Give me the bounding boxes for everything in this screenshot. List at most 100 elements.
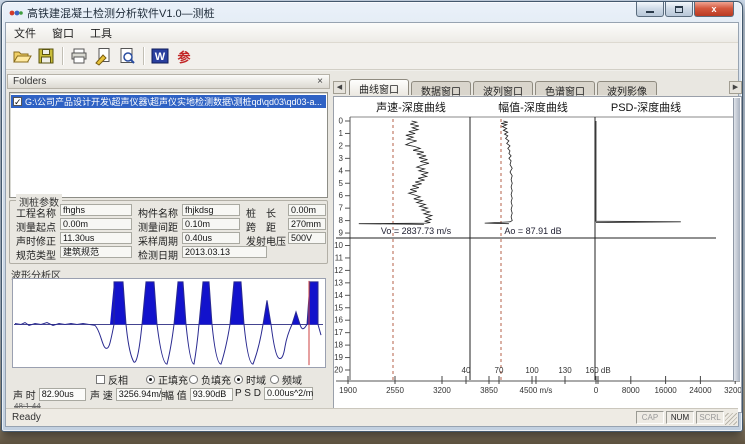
print-preview-icon: [117, 46, 137, 66]
param-field: 11.30us: [60, 232, 132, 244]
print-button[interactable]: [67, 45, 91, 68]
x-tick-label: 1900: [339, 386, 357, 395]
close-button[interactable]: x: [694, 2, 734, 17]
amplitude-depth-curve: [485, 121, 513, 224]
depth-tick-label: 14: [334, 291, 343, 300]
amplitude-readout: 幅 值 93.90dB: [164, 387, 233, 402]
x-tick-label: 0: [594, 386, 599, 395]
waveform-controls: 反相 正填充 负填充 时域: [6, 372, 332, 385]
depth-tick-label: 11: [335, 253, 344, 262]
menu-file[interactable]: 文件: [6, 23, 44, 43]
x-tick-label: 24000: [689, 386, 712, 395]
print-preview-button[interactable]: [115, 45, 139, 68]
sound-speed-readout: 声 速 3256.94m/s: [90, 387, 162, 402]
titlebar: 高铁建混凝土检测分析软件V1.0—测桩 x: [2, 2, 742, 22]
save-button[interactable]: [34, 45, 58, 68]
word-export-button[interactable]: W: [148, 45, 172, 68]
tab-spectrum-window[interactable]: 色谱窗口: [535, 81, 595, 95]
x-tick-label: 8000: [622, 386, 640, 395]
depth-tick-label: 5: [339, 179, 344, 188]
chart-scrollbar[interactable]: [733, 98, 740, 381]
tab-data-window[interactable]: 数据窗口: [411, 81, 471, 95]
freq-domain-radio[interactable]: 频域: [270, 372, 302, 387]
param-field: 2013.03.13: [182, 246, 267, 258]
param-field: 0.10m: [182, 218, 240, 230]
folders-close-icon[interactable]: ×: [314, 75, 326, 88]
positive-fill-radio[interactable]: 正填充: [146, 372, 188, 387]
psd-readout: P S D 0.00us^2/m: [235, 387, 313, 400]
file-path: G:\公司产品设计开发\超声仪器\超声仪实地检测数据\测桩qd\qd03\qd0…: [25, 95, 322, 108]
depth-curves-svg: 0123456789101112131415161718192019002550…: [334, 97, 741, 411]
app-icon: [9, 5, 23, 19]
x-tick-label: 70: [495, 366, 504, 375]
open-button[interactable]: [10, 45, 34, 68]
tab-curve-window[interactable]: 曲线窗口: [349, 79, 409, 95]
sound-time-value: 82.90us: [39, 388, 86, 401]
sound-speed-value: 3256.94m/s: [116, 388, 162, 401]
x-tick-label: 40: [462, 366, 471, 375]
resize-grip[interactable]: [725, 413, 737, 425]
chart-annotation: Ao = 87.91 dB: [504, 226, 561, 236]
x-tick-label: 130: [558, 366, 572, 375]
waveform-plot[interactable]: [12, 278, 326, 368]
param-field: 建筑规范: [60, 246, 132, 258]
depth-tick-label: 0: [339, 117, 344, 126]
menu-window[interactable]: 窗口: [44, 23, 82, 43]
app-window: 高铁建混凝土检测分析软件V1.0—测桩 x 文件 窗口 工具: [1, 1, 743, 432]
negative-fill-radio[interactable]: 负填充: [189, 372, 231, 387]
velocity-depth-curve: [359, 121, 432, 224]
tab-scroll-right[interactable]: ▶: [729, 81, 742, 94]
svg-text:W: W: [155, 51, 166, 63]
curve-chart-area[interactable]: 声速-深度曲线 幅值-深度曲线 PSD-深度曲线 012345678910111…: [333, 96, 742, 413]
invert-checkbox[interactable]: 反相: [96, 372, 128, 387]
radio-icon: [146, 375, 155, 384]
minimize-icon: [646, 11, 654, 13]
toolbar-separator: [62, 47, 63, 65]
x-tick-label: 4500 m/s: [520, 386, 553, 395]
main-area: Folders × ✓ G:\公司产品设计开发\超声仪器\超声仪实地检测数据\测…: [6, 71, 738, 408]
time-domain-radio[interactable]: 时域: [234, 372, 266, 387]
tab-wavetrain-image[interactable]: 波列影像: [597, 81, 657, 95]
file-listbox[interactable]: ✓ G:\公司产品设计开发\超声仪器\超声仪实地检测数据\测桩qd\qd03\q…: [9, 92, 328, 198]
printer-icon: [69, 46, 89, 66]
param-label: 检测日期: [138, 247, 178, 262]
status-text: Ready: [12, 412, 41, 423]
x-tick-label: 2550: [386, 386, 404, 395]
depth-tick-label: 16: [334, 316, 343, 325]
param-label: 跨 距: [246, 219, 276, 234]
x-tick-label: 160 dB: [585, 366, 610, 375]
export-button[interactable]: [91, 45, 115, 68]
param-label: 构件名称: [138, 205, 178, 220]
param-label: 规范类型: [16, 247, 56, 262]
waveform-trace: [15, 282, 321, 364]
page-setup-icon: [93, 46, 113, 66]
scroll-indicator: SCRL: [696, 411, 724, 424]
tab-wavetrain-window[interactable]: 波列窗口: [473, 81, 533, 95]
toolbar-separator: [143, 47, 144, 65]
minimize-button[interactable]: [636, 2, 664, 17]
depth-tick-label: 19: [334, 353, 343, 362]
depth-tick-label: 13: [334, 278, 343, 287]
param-field: 270mm: [288, 218, 326, 230]
radio-icon: [234, 375, 243, 384]
radio-icon: [270, 375, 279, 384]
parameters-button[interactable]: 参: [172, 45, 196, 68]
depth-tick-label: 12: [334, 266, 343, 275]
depth-tick-label: 2: [339, 141, 344, 150]
param-field: 0.00m: [288, 204, 326, 216]
caps-indicator: CAP: [636, 411, 664, 424]
waveform-positive-fill: [110, 282, 318, 325]
file-checkbox[interactable]: ✓: [13, 97, 22, 106]
depth-tick-label: 3: [339, 154, 344, 163]
open-folder-icon: [12, 46, 32, 66]
depth-tick-label: 6: [339, 191, 344, 200]
tab-scroll-left[interactable]: ◀: [333, 81, 346, 94]
maximize-button[interactable]: [665, 2, 693, 17]
menu-tools[interactable]: 工具: [82, 23, 120, 43]
depth-tick-label: 4: [339, 166, 344, 175]
amplitude-value: 93.90dB: [190, 388, 233, 401]
waveform-svg: [13, 279, 325, 367]
tabstrip: ◀ 曲线窗口 数据窗口 波列窗口 色谱窗口 波列影像 ▶: [333, 79, 742, 96]
param-label: 声时修正: [16, 233, 56, 248]
file-list-item[interactable]: ✓ G:\公司产品设计开发\超声仪器\超声仪实地检测数据\测桩qd\qd03\q…: [11, 95, 326, 108]
